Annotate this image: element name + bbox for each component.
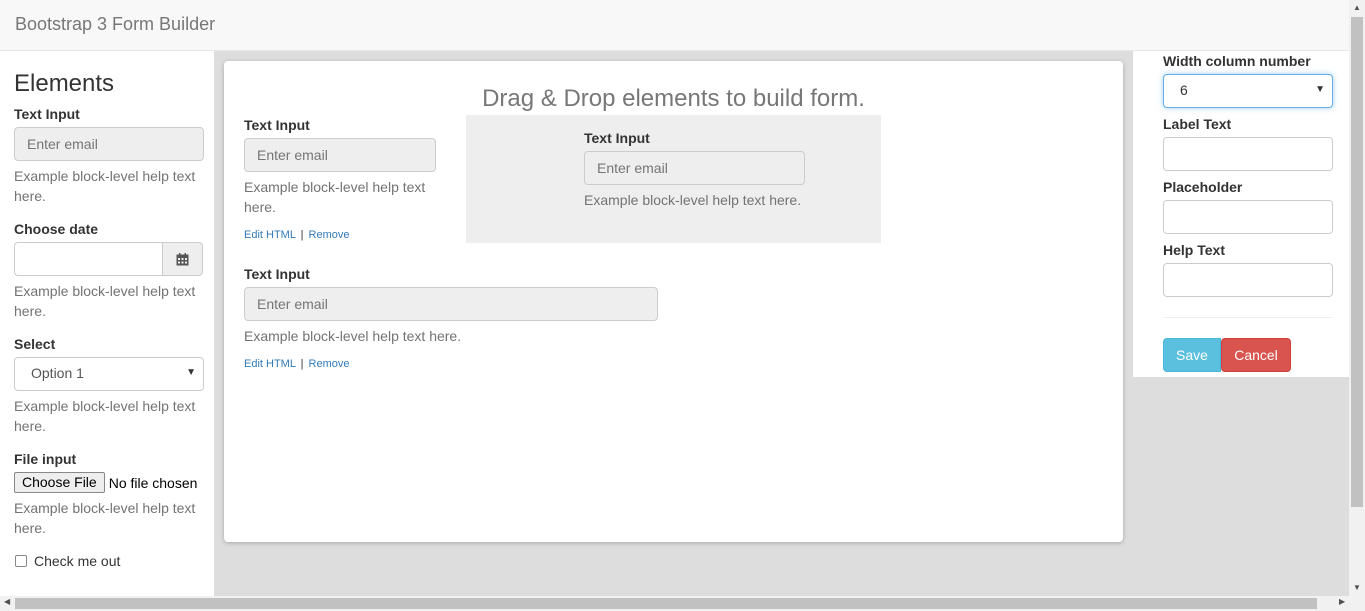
field-label: Text Input: [244, 117, 310, 133]
select-help: Example block-level help text here.: [14, 398, 196, 434]
help-text-input[interactable]: [1163, 263, 1333, 297]
date-label: Choose date: [14, 221, 99, 237]
remove-link[interactable]: Remove: [309, 229, 350, 241]
edit-html-link[interactable]: Edit HTML: [244, 358, 296, 370]
checkbox[interactable]: [15, 555, 27, 567]
scroll-left-icon[interactable]: ◀: [4, 597, 10, 606]
horizontal-scrollbar[interactable]: ◀ ▶: [0, 596, 1365, 611]
field-actions: Edit HTML | Remove: [244, 358, 658, 370]
select-dropdown[interactable]: Option 1 ▼: [14, 357, 204, 391]
scroll-up-icon[interactable]: ▲: [1353, 3, 1361, 12]
text-input-label: Text Input: [14, 106, 80, 122]
file-status: No file chosen: [108, 474, 198, 491]
navbar: Bootstrap 3 Form Builder: [0, 0, 1349, 51]
field-help: Example block-level help text here.: [584, 192, 802, 208]
edit-html-link[interactable]: Edit HTML: [244, 229, 296, 241]
help-text-label: Help Text: [1163, 242, 1225, 258]
calendar-icon[interactable]: [163, 242, 203, 276]
canvas-field[interactable]: Text Input Example block-level help text…: [244, 266, 658, 370]
cancel-button[interactable]: Cancel: [1221, 338, 1291, 372]
checkbox-label: Check me out: [34, 553, 121, 569]
select-label: Select: [14, 336, 56, 352]
elements-sidebar: Elements Text Input Example block-level …: [0, 51, 214, 596]
field-input[interactable]: [584, 151, 805, 185]
placeholder-input[interactable]: [1163, 200, 1333, 234]
text-input-help: Example block-level help text here.: [14, 168, 196, 204]
remove-link[interactable]: Remove: [309, 358, 350, 370]
label-text-label: Label Text: [1163, 116, 1232, 132]
element-file[interactable]: File input Choose File No file chosen Ex…: [14, 451, 204, 538]
field-input[interactable]: [244, 138, 436, 172]
chevron-down-icon: ▼: [1315, 84, 1325, 95]
field-help: Example block-level help text here.: [244, 328, 462, 344]
save-button[interactable]: Save: [1163, 338, 1221, 372]
field-label: Text Input: [244, 266, 310, 282]
scrollbar-thumb[interactable]: [1351, 17, 1363, 507]
element-date[interactable]: Choose date Example block-level help tex…: [14, 221, 204, 321]
width-label: Width column number: [1163, 53, 1311, 69]
form-canvas[interactable]: Drag & Drop elements to build form. Text…: [224, 61, 1123, 542]
scroll-right-icon[interactable]: ▶: [1339, 597, 1345, 606]
divider: [1163, 317, 1333, 318]
label-text-input[interactable]: [1163, 137, 1333, 171]
width-value: 6: [1180, 82, 1188, 98]
properties-panel: Width column number 6 ▼ Label Text Place…: [1133, 51, 1349, 377]
separator: |: [300, 229, 304, 241]
field-help: Example block-level help text here.: [244, 179, 426, 215]
date-input-group[interactable]: [14, 242, 203, 276]
vertical-scrollbar[interactable]: ▲ ▼: [1349, 0, 1365, 596]
file-help: Example block-level help text here.: [14, 500, 196, 536]
canvas-field-dragging[interactable]: Text Input Example block-level help text…: [584, 130, 805, 210]
canvas-field[interactable]: Text Input Example block-level help text…: [244, 117, 436, 241]
field-label: Text Input: [584, 130, 650, 146]
drop-zone-highlight[interactable]: Text Input Example block-level help text…: [466, 115, 881, 243]
scroll-down-icon[interactable]: ▼: [1353, 583, 1361, 592]
chevron-down-icon: ▼: [186, 367, 196, 378]
element-checkbox[interactable]: Check me out: [14, 553, 204, 569]
app-title[interactable]: Bootstrap 3 Form Builder: [15, 14, 215, 35]
field-input[interactable]: [244, 287, 658, 321]
date-help: Example block-level help text here.: [14, 283, 196, 319]
choose-file-button[interactable]: Choose File: [14, 472, 105, 493]
separator: |: [300, 358, 304, 370]
date-input[interactable]: [14, 242, 163, 276]
width-select[interactable]: 6 ▼: [1163, 74, 1333, 108]
scrollbar-thumb[interactable]: [15, 598, 1317, 609]
element-select[interactable]: Select Option 1 ▼ Example block-level he…: [14, 336, 204, 436]
placeholder-label: Placeholder: [1163, 179, 1243, 195]
canvas-title: Drag & Drop elements to build form.: [482, 85, 865, 112]
select-value: Option 1: [31, 365, 84, 381]
element-text-input[interactable]: Text Input Example block-level help text…: [14, 106, 204, 206]
sidebar-heading: Elements: [14, 70, 115, 97]
file-label: File input: [14, 451, 77, 467]
text-input-field[interactable]: [14, 127, 204, 161]
field-actions: Edit HTML | Remove: [244, 229, 436, 241]
